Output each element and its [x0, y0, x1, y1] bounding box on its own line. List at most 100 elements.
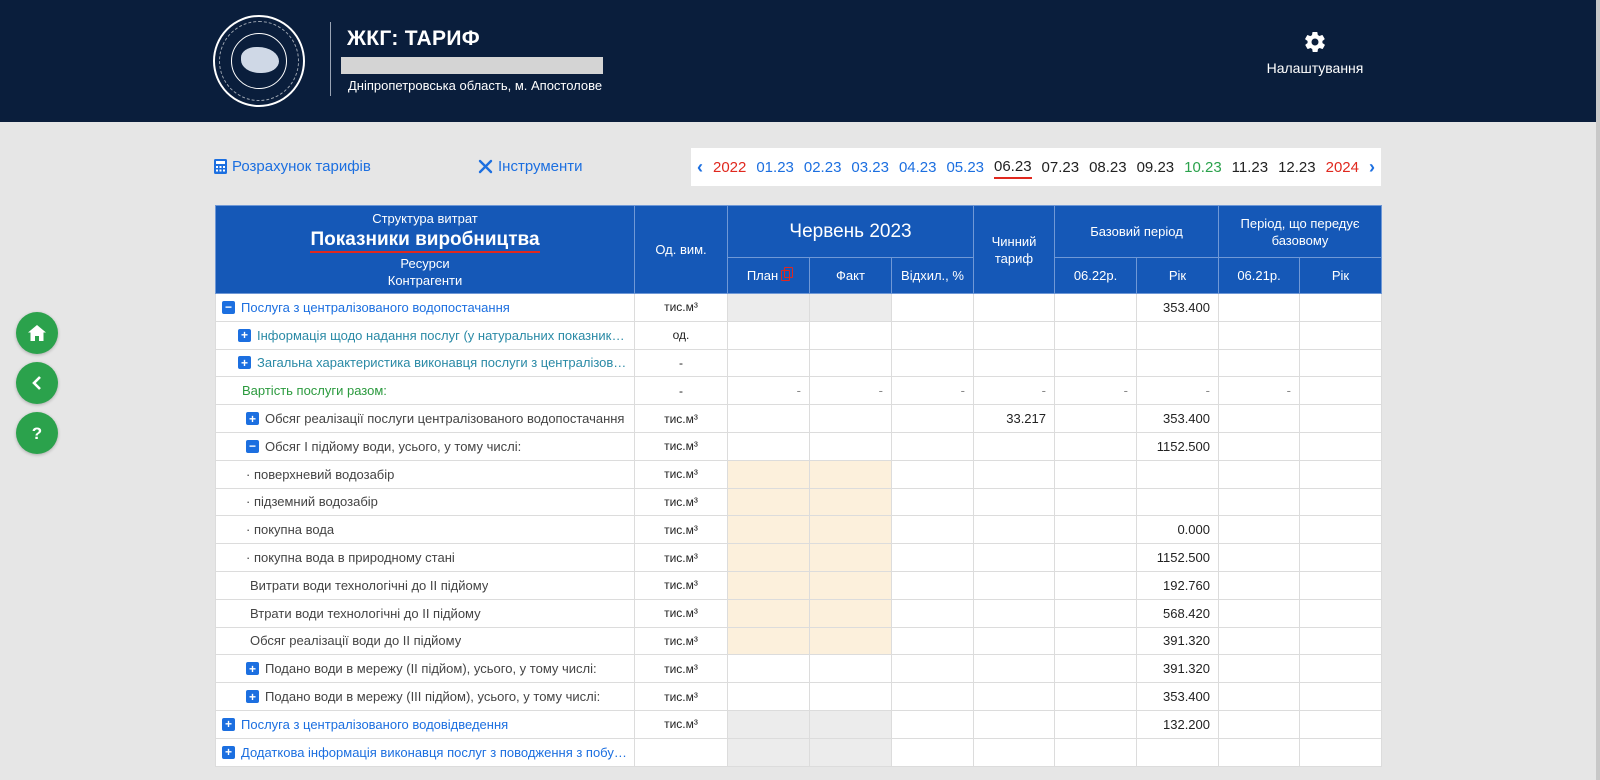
help-button[interactable]: ?	[16, 412, 58, 454]
table-row: + Загальна характеристика виконавця послу…	[215, 348, 1382, 378]
fact-cell[interactable]	[809, 320, 892, 350]
contractors-label[interactable]: Контрагенти	[216, 272, 634, 289]
period-05-23[interactable]: 05.23	[946, 157, 984, 178]
plan-input-cell[interactable]	[727, 543, 810, 572]
fact-cell[interactable]	[809, 431, 892, 461]
prev-month-cell	[1218, 431, 1300, 461]
home-button[interactable]	[16, 312, 58, 354]
plan-label: План	[746, 268, 779, 283]
period-01-23[interactable]: 01.23	[756, 157, 794, 178]
base-year-cell: 1152.500	[1136, 543, 1219, 572]
plan-input-cell[interactable]	[727, 515, 810, 545]
resources-label[interactable]: Ресурси	[216, 255, 634, 272]
fact-cell[interactable]	[809, 682, 892, 711]
fact-cell[interactable]	[809, 654, 892, 684]
plan-input-cell[interactable]	[727, 626, 810, 656]
period-2024[interactable]: 2024	[1326, 157, 1359, 178]
deviation-cell	[891, 459, 974, 489]
fact-input-cell[interactable]	[809, 487, 892, 517]
base-month-cell	[1054, 487, 1137, 517]
plan-input-cell[interactable]	[727, 570, 810, 600]
plan-input-cell[interactable]	[727, 459, 810, 489]
row-label[interactable]: Послуга з централізованого водопостачанн…	[241, 300, 510, 315]
plan-cell[interactable]	[727, 348, 810, 378]
tariff-cell	[973, 626, 1055, 656]
column-header-prev-period: Період, що передує базовому	[1218, 205, 1382, 258]
header-divider	[330, 22, 331, 96]
expand-toggle-icon[interactable]: +	[238, 328, 251, 342]
base-month-cell	[1054, 348, 1137, 378]
row-label: · підземний водозабір	[246, 494, 378, 510]
fact-input-cell[interactable]	[809, 626, 892, 656]
fact-cell[interactable]	[809, 404, 892, 433]
fact-input-cell[interactable]	[809, 543, 892, 572]
collapse-toggle-icon[interactable]: −	[222, 300, 235, 314]
row-label: · покупна вода в природному стані	[246, 550, 455, 566]
expand-toggle-icon[interactable]: +	[238, 356, 251, 370]
plan-cell[interactable]	[727, 320, 810, 350]
fact-input-cell[interactable]	[809, 515, 892, 545]
period-09-23[interactable]: 09.23	[1137, 157, 1175, 178]
base-month-cell	[1054, 515, 1137, 545]
base-year-cell	[1136, 487, 1219, 517]
tools-link[interactable]: Інструменти	[478, 158, 583, 175]
fact-cell[interactable]	[809, 348, 892, 378]
row-label[interactable]: Інформація щодо надання послуг (у натура…	[257, 328, 628, 343]
table-row: Вартість послуги разом: - - - - - - - -	[215, 376, 1382, 406]
plan-input-cell[interactable]	[727, 487, 810, 517]
expand-toggle-icon[interactable]: +	[222, 745, 235, 759]
period-02-23[interactable]: 02.23	[804, 157, 842, 178]
row-name-cell: + Загальна характеристика виконавця послу…	[215, 348, 635, 378]
fact-input-cell[interactable]	[809, 570, 892, 600]
deviation-cell	[891, 348, 974, 378]
row-label[interactable]: Подано води в мережу (II підйом), усього…	[265, 661, 597, 676]
base-month-cell	[1054, 293, 1137, 322]
period-04-23[interactable]: 04.23	[899, 157, 937, 178]
period-11-23[interactable]: 11.23	[1232, 157, 1268, 178]
redacted-organization-name	[341, 57, 603, 74]
settings-button[interactable]: Налаштування	[1255, 30, 1375, 78]
row-label[interactable]: Послуга з централізованого водовідведенн…	[241, 717, 508, 732]
base-year-cell: 353.400	[1136, 404, 1219, 433]
plan-cell[interactable]	[727, 654, 810, 684]
period-2022[interactable]: 2022	[713, 157, 746, 178]
plan-input-cell[interactable]	[727, 598, 810, 628]
period-08-23[interactable]: 08.23	[1089, 157, 1127, 178]
period-03-23[interactable]: 03.23	[851, 157, 889, 178]
copy-icon[interactable]	[781, 267, 794, 281]
plan-cell	[727, 709, 810, 739]
row-label[interactable]: Обсяг реалізації послуги централізованог…	[265, 411, 624, 426]
tariff-cell	[973, 598, 1055, 628]
expand-toggle-icon[interactable]: +	[222, 717, 235, 731]
period-06-23-active[interactable]: 06.23	[994, 156, 1032, 179]
row-label[interactable]: Додаткова інформація виконавця послуг з …	[241, 745, 628, 760]
unit-cell: тис.м³	[634, 431, 728, 461]
column-header-plan: План	[727, 257, 810, 294]
expand-toggle-icon[interactable]: +	[246, 690, 259, 704]
row-name-cell: + Додаткова інформація виконавця послуг з…	[215, 737, 635, 767]
row-label[interactable]: Загальна характеристика виконавця послуг…	[257, 355, 628, 370]
row-label[interactable]: Обсяг I підйому води, усього, у тому чис…	[265, 439, 521, 454]
row-name-cell: · покупна вода в природному стані	[215, 543, 635, 572]
row-label[interactable]: Подано води в мережу (III підйом), усьог…	[265, 689, 600, 704]
plan-cell[interactable]	[727, 431, 810, 461]
fact-cell	[809, 737, 892, 767]
period-prev-arrow[interactable]: ‹	[697, 157, 703, 178]
period-10-23[interactable]: 10.23	[1184, 157, 1222, 178]
table-title[interactable]: Показники виробництва	[310, 229, 540, 253]
expand-toggle-icon[interactable]: +	[246, 662, 259, 676]
scrollbar[interactable]	[1596, 0, 1600, 780]
fact-input-cell[interactable]	[809, 598, 892, 628]
base-year-cell: 132.200	[1136, 709, 1219, 739]
plan-cell[interactable]	[727, 404, 810, 433]
production-indicators-table: Структура витрат Показники виробництва Р…	[215, 205, 1382, 767]
plan-cell[interactable]	[727, 682, 810, 711]
period-07-23[interactable]: 07.23	[1042, 157, 1080, 178]
period-next-arrow[interactable]: ›	[1369, 157, 1375, 178]
back-button[interactable]	[16, 362, 58, 404]
period-12-23[interactable]: 12.23	[1278, 157, 1316, 178]
tariff-calculation-link[interactable]: Розрахунок тарифів	[214, 158, 371, 175]
collapse-toggle-icon[interactable]: −	[246, 439, 259, 453]
fact-input-cell[interactable]	[809, 459, 892, 489]
expand-toggle-icon[interactable]: +	[246, 412, 259, 426]
